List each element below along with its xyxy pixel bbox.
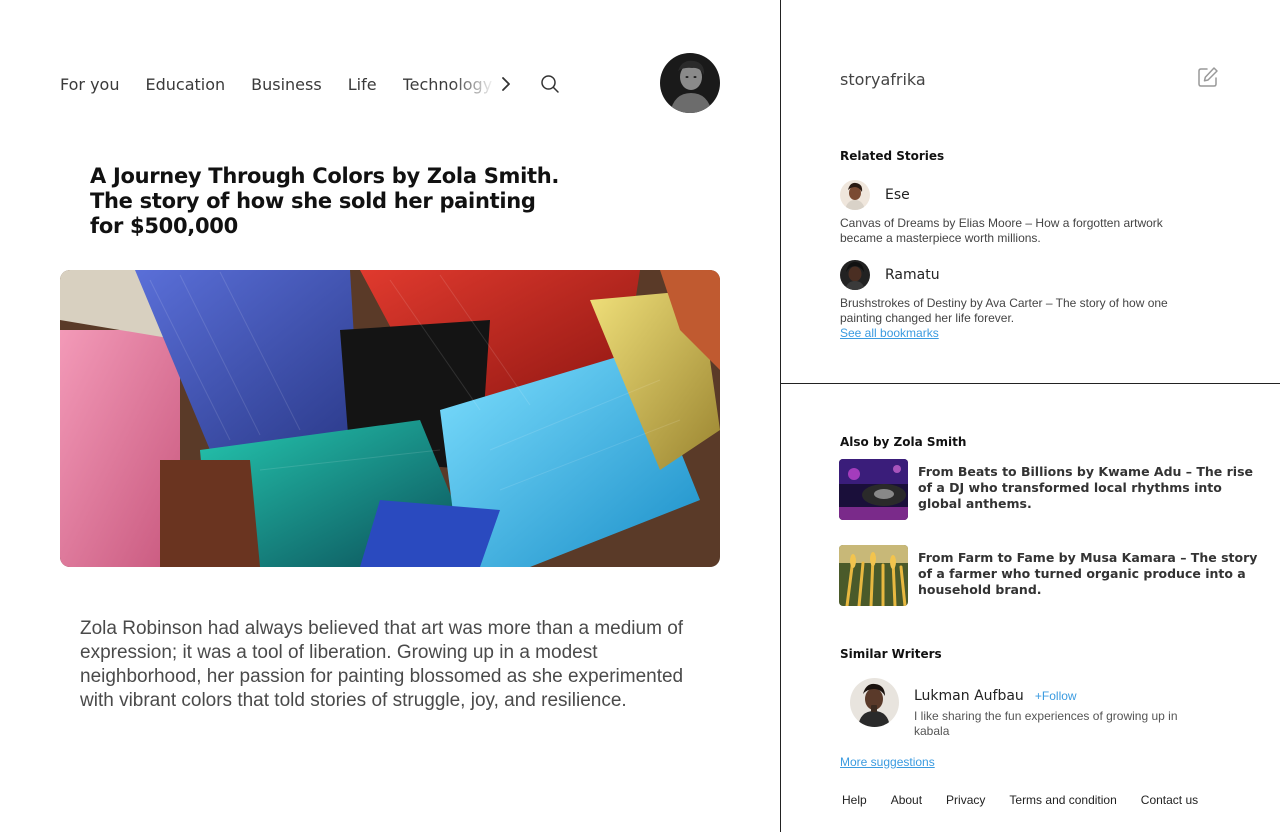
follow-button[interactable]: +Follow — [1035, 689, 1077, 703]
edit-icon[interactable] — [1197, 66, 1219, 88]
more-suggestions-link[interactable]: More suggestions — [840, 755, 935, 769]
nav-item-education[interactable]: Education — [145, 75, 225, 94]
avatar — [840, 180, 870, 210]
nav-item-technology[interactable]: Technology — [403, 75, 493, 94]
hero-image-paintbrushes — [60, 270, 720, 567]
also-by-story[interactable]: From Farm to Fame by Musa Kamara – The s… — [839, 545, 1259, 606]
category-nav: For you Education Business Life Technolo… — [60, 72, 560, 96]
search-icon[interactable] — [540, 74, 560, 94]
brand-name[interactable]: storyafrika — [840, 70, 926, 89]
related-story-summary[interactable]: Canvas of Dreams by Elias Moore – How a … — [840, 216, 1200, 246]
nav-item-for-you[interactable]: For you — [60, 75, 119, 94]
footer-link-about[interactable]: About — [891, 793, 922, 807]
footer-link-terms[interactable]: Terms and condition — [1009, 793, 1116, 807]
footer-links: Help About Privacy Terms and condition C… — [842, 793, 1222, 807]
related-author-name: Ese — [885, 187, 910, 203]
story-thumbnail-farm — [839, 545, 908, 606]
article-body: Zola Robinson had always believed that a… — [80, 618, 684, 711]
writer-name[interactable]: Lukman Aufbau — [914, 688, 1024, 704]
also-by-story[interactable]: From Beats to Billions by Kwame Adu – Th… — [839, 459, 1259, 520]
sidebar-divider-vertical — [780, 0, 781, 832]
footer-link-contact[interactable]: Contact us — [1141, 793, 1198, 807]
see-all-bookmarks-link[interactable]: See all bookmarks — [840, 326, 939, 340]
article-title: A Journey Through Colors by Zola Smith. … — [90, 164, 560, 238]
also-by-story-title: From Beats to Billions by Kwame Adu – Th… — [918, 464, 1254, 511]
also-by-story-title: From Farm to Fame by Musa Kamara – The s… — [918, 550, 1258, 597]
footer-link-privacy[interactable]: Privacy — [946, 793, 985, 807]
related-stories-heading: Related Stories — [840, 149, 945, 163]
nav-item-life[interactable]: Life — [348, 75, 377, 94]
writer-info: Lukman Aufbau +Follow I like sharing the… — [914, 685, 1214, 739]
writer-card: Lukman Aufbau +Follow I like sharing the… — [850, 678, 1214, 739]
avatar — [840, 260, 870, 290]
similar-writers-heading: Similar Writers — [840, 647, 942, 661]
user-avatar[interactable] — [660, 53, 720, 113]
related-author[interactable]: Ramatu — [840, 260, 940, 290]
related-author-name: Ramatu — [885, 267, 940, 283]
sidebar-divider-horizontal — [780, 383, 1280, 384]
footer-link-help[interactable]: Help — [842, 793, 867, 807]
related-story-summary[interactable]: Brushstrokes of Destiny by Ava Carter – … — [840, 296, 1200, 326]
also-by-heading: Also by Zola Smith — [840, 435, 967, 449]
story-thumbnail-dj — [839, 459, 908, 520]
nav-item-business[interactable]: Business — [251, 75, 322, 94]
avatar[interactable] — [850, 678, 899, 727]
chevron-right-icon[interactable] — [496, 74, 516, 94]
related-author[interactable]: Ese — [840, 180, 910, 210]
writer-bio: I like sharing the fun experiences of gr… — [914, 709, 1178, 738]
